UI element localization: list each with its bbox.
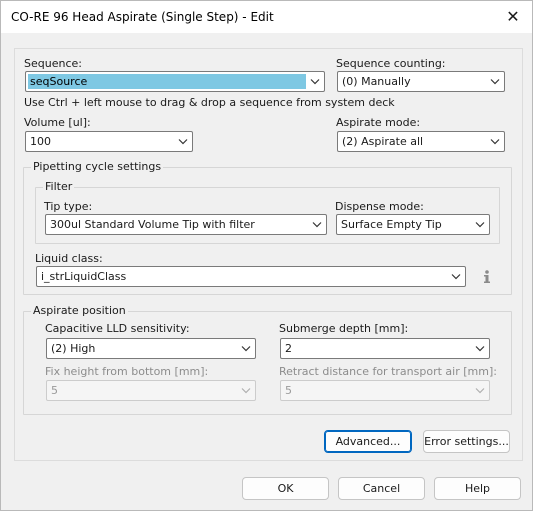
volume-label: Volume [ul]: xyxy=(24,116,91,129)
submerge-depth-label: Submerge depth [mm]: xyxy=(279,322,409,335)
advanced-button[interactable]: Advanced... xyxy=(324,430,412,453)
chevron-down-icon xyxy=(472,382,488,399)
chevron-down-icon[interactable] xyxy=(472,216,488,233)
volume-value: 100 xyxy=(30,135,51,148)
dispense-mode-combo[interactable]: Surface Empty Tip xyxy=(336,214,490,235)
filter-group: Filter Tip type: 300ul Standard Volume T… xyxy=(35,180,500,244)
retract-distance-combo: 5 xyxy=(280,380,490,401)
dispense-mode-value: Surface Empty Tip xyxy=(341,218,442,231)
retract-distance-value: 5 xyxy=(285,384,292,397)
aspirate-mode-value: (2) Aspirate all xyxy=(342,135,424,148)
title-bar: CO-RE 96 Head Aspirate (Single Step) - E… xyxy=(1,1,532,33)
retract-distance-label: Retract distance for transport air [mm]: xyxy=(279,365,497,378)
lld-sensitivity-value: (2) High xyxy=(51,342,96,355)
chevron-down-icon[interactable] xyxy=(487,133,503,150)
cancel-button[interactable]: Cancel xyxy=(338,477,425,500)
chevron-down-icon[interactable] xyxy=(309,216,325,233)
pipetting-group: Pipetting cycle settings Filter Tip type… xyxy=(23,160,512,295)
aspirate-position-title: Aspirate position xyxy=(31,304,128,317)
liquid-class-value: i_strLiquidClass xyxy=(41,270,127,283)
sequence-counting-combo[interactable]: (0) Manually xyxy=(337,71,505,92)
close-icon[interactable]: ✕ xyxy=(499,5,527,29)
sequence-value: seqSource xyxy=(28,74,306,89)
liquid-class-combo[interactable]: i_strLiquidClass xyxy=(36,266,466,287)
info-icon[interactable] xyxy=(480,269,494,285)
error-settings-button[interactable]: Error settings... xyxy=(423,430,510,453)
sequence-label: Sequence: xyxy=(24,57,82,70)
settings-panel: Sequence: seqSource Sequence counting: (… xyxy=(14,48,523,461)
ok-button[interactable]: OK xyxy=(242,477,329,500)
sequence-counting-label: Sequence counting: xyxy=(336,57,446,70)
sequence-combo[interactable]: seqSource xyxy=(25,71,325,92)
filter-group-title: Filter xyxy=(43,180,75,193)
aspirate-mode-label: Aspirate mode: xyxy=(336,116,421,129)
sequence-counting-value: (0) Manually xyxy=(342,75,411,88)
tip-type-value: 300ul Standard Volume Tip with filter xyxy=(50,218,255,231)
fix-height-value: 5 xyxy=(51,384,58,397)
liquid-class-label: Liquid class: xyxy=(35,252,103,265)
tip-type-combo[interactable]: 300ul Standard Volume Tip with filter xyxy=(45,214,327,235)
sequence-hint: Use Ctrl + left mouse to drag & drop a s… xyxy=(24,96,395,109)
pipetting-group-title: Pipetting cycle settings xyxy=(31,160,164,173)
submerge-depth-combo[interactable]: 2 xyxy=(280,338,490,359)
chevron-down-icon[interactable] xyxy=(307,73,323,90)
aspirate-position-group: Aspirate position Capacitive LLD sensiti… xyxy=(23,304,512,415)
chevron-down-icon[interactable] xyxy=(472,340,488,357)
submerge-depth-value: 2 xyxy=(285,342,292,355)
aspirate-mode-combo[interactable]: (2) Aspirate all xyxy=(337,131,505,152)
help-button[interactable]: Help xyxy=(434,477,521,500)
volume-combo[interactable]: 100 xyxy=(25,131,193,152)
chevron-down-icon[interactable] xyxy=(487,73,503,90)
chevron-down-icon[interactable] xyxy=(175,133,191,150)
chevron-down-icon[interactable] xyxy=(448,268,464,285)
dispense-mode-label: Dispense mode: xyxy=(335,200,424,213)
fix-height-combo: 5 xyxy=(46,380,256,401)
tip-type-label: Tip type: xyxy=(44,200,93,213)
fix-height-label: Fix height from bottom [mm]: xyxy=(45,365,209,378)
chevron-down-icon xyxy=(238,382,254,399)
lld-sensitivity-combo[interactable]: (2) High xyxy=(46,338,256,359)
chevron-down-icon[interactable] xyxy=(238,340,254,357)
window-title: CO-RE 96 Head Aspirate (Single Step) - E… xyxy=(11,10,274,24)
dialog-window: CO-RE 96 Head Aspirate (Single Step) - E… xyxy=(0,0,533,511)
lld-sensitivity-label: Capacitive LLD sensitivity: xyxy=(45,322,190,335)
